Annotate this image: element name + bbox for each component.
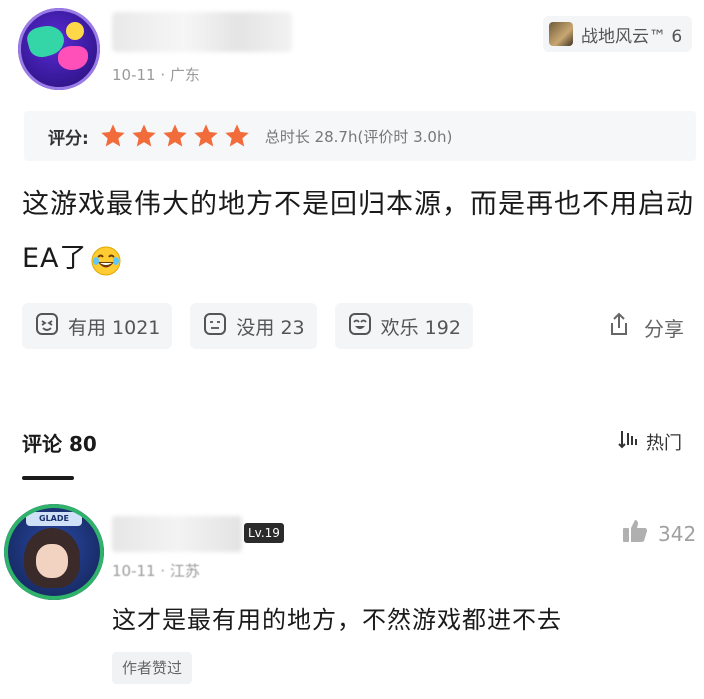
star-icon <box>101 124 125 147</box>
rating-bar: 评分: 总时长 28.7h(评价时 3.0h) <box>24 111 696 161</box>
unhelpful-face-icon <box>202 311 228 342</box>
comments-tab[interactable]: 评论 80 <box>22 428 97 457</box>
reviewer-avatar[interactable] <box>18 8 100 90</box>
game-tag[interactable]: 战地风云™ 6 <box>543 16 693 52</box>
sort-hot-button[interactable]: 热门 <box>618 428 682 455</box>
review-text-content: 这游戏最伟大的地方不是回归本源，而是再也不用启动EA了 <box>22 189 694 274</box>
game-thumbnail-icon <box>549 22 573 46</box>
commenter-avatar[interactable]: GLADE <box>4 504 104 600</box>
unhelpful-label: 没用 23 <box>236 316 305 339</box>
sort-label: 热门 <box>646 432 682 454</box>
star-icon <box>225 124 249 147</box>
level-badge: Lv.19 <box>244 523 284 543</box>
star-icon <box>194 124 218 147</box>
review-meta: 10-11 · 广东 <box>112 66 200 84</box>
reviewer-name-blurred[interactable] <box>112 12 292 52</box>
share-button[interactable]: 分享 <box>604 310 684 345</box>
playtime-text: 总时长 28.7h(评价时 3.0h) <box>264 127 453 146</box>
unhelpful-button[interactable]: 没用 23 <box>190 303 317 349</box>
sort-icon <box>618 428 640 455</box>
game-tag-label: 战地风云™ 6 <box>581 26 683 47</box>
comment-text: 这才是最有用的地方，不然游戏都进不去 <box>112 606 562 634</box>
star-icon <box>163 124 187 147</box>
reaction-bar: 有用 1021 没用 23 欢乐 192 <box>22 303 473 349</box>
laughing-tears-emoji-icon <box>90 242 122 275</box>
share-icon <box>604 310 634 345</box>
review-text: 这游戏最伟大的地方不是回归本源，而是再也不用启动EA了 <box>22 178 702 286</box>
comment-like-count: 342 <box>658 521 697 546</box>
share-label: 分享 <box>644 317 684 341</box>
helpful-label: 有用 1021 <box>68 316 161 339</box>
star-icon <box>132 124 156 147</box>
funny-label: 欢乐 192 <box>380 316 461 339</box>
funny-button[interactable]: 欢乐 192 <box>334 303 473 349</box>
author-liked-badge: 作者赞过 <box>112 652 193 684</box>
comment-like-button[interactable]: 342 <box>620 516 696 551</box>
rating-label: 评分: <box>48 128 89 149</box>
comments-tab-underline <box>22 476 74 480</box>
funny-face-icon <box>347 311 373 342</box>
thumbs-up-icon <box>620 516 650 551</box>
helpful-face-icon <box>34 311 60 342</box>
comment-meta: 10-11 · 江苏 <box>112 562 200 580</box>
rating-stars <box>99 122 251 150</box>
helpful-button[interactable]: 有用 1021 <box>22 303 173 349</box>
commenter-name-blurred[interactable] <box>112 516 242 552</box>
